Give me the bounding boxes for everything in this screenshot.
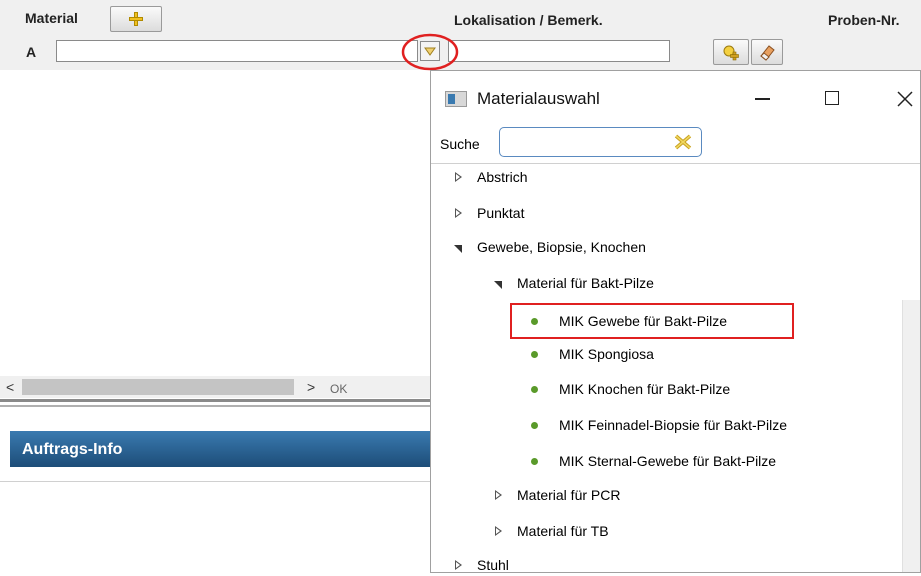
tree-node-label: Gewebe, Biopsie, Knochen — [477, 239, 646, 255]
eraser-icon — [760, 45, 775, 61]
annotation-highlight-box — [510, 303, 794, 339]
info-section-title: Auftrags-Info — [22, 441, 123, 458]
window-icon — [445, 91, 467, 107]
tree-node-label: Stuhl — [477, 557, 509, 573]
material-header: Material — [25, 10, 78, 26]
material-input[interactable] — [56, 40, 418, 62]
close-icon[interactable] — [896, 90, 914, 108]
ok-label: OK — [330, 382, 348, 396]
scrollbar-thumb[interactable] — [22, 379, 294, 395]
tree-leaf-mik-sternal[interactable]: MIK Sternal-Gewebe für Bakt-Pilze — [531, 450, 776, 472]
tree-node-label: Material für PCR — [517, 487, 621, 503]
tree-node-label: MIK Spongiosa — [559, 346, 654, 362]
expand-icon[interactable] — [495, 490, 502, 500]
divider — [0, 399, 432, 402]
tree-leaf-mik-knochen[interactable]: MIK Knochen für Bakt-Pilze — [531, 378, 730, 400]
tree-node-label: Abstrich — [477, 169, 528, 185]
tree-node-material-pcr[interactable]: Material für PCR — [495, 484, 620, 506]
tree-node-label: Punktat — [477, 205, 525, 221]
minimize-icon[interactable] — [755, 98, 770, 100]
sample-number-header: Proben-Nr. — [828, 12, 900, 28]
location-input[interactable] — [448, 40, 670, 62]
add-detail-button[interactable] — [713, 39, 749, 65]
maximize-icon[interactable] — [825, 91, 839, 105]
vertical-scrollbar[interactable] — [902, 300, 920, 572]
expand-icon[interactable] — [455, 208, 462, 218]
tree-leaf-mik-spongiosa[interactable]: MIK Spongiosa — [531, 343, 654, 365]
clear-button[interactable] — [751, 39, 783, 65]
search-label: Suche — [440, 136, 480, 152]
leaf-bullet-icon — [531, 350, 538, 358]
location-header: Lokalisation / Bemerk. — [454, 12, 603, 28]
expand-icon[interactable] — [455, 172, 462, 182]
tree-node-gewebe[interactable]: Gewebe, Biopsie, Knochen — [454, 236, 646, 258]
divider-secondary — [0, 405, 432, 407]
add-material-button[interactable] — [110, 6, 162, 32]
scroll-left-icon[interactable]: < — [6, 379, 14, 395]
search-add-icon — [723, 45, 739, 61]
dialog-title: Materialauswahl — [477, 89, 600, 108]
row-label: A — [26, 44, 37, 60]
add-icon — [129, 12, 143, 26]
tree-node-abstrich[interactable]: Abstrich — [455, 166, 528, 188]
tree-node-label: MIK Knochen für Bakt-Pilze — [559, 381, 731, 397]
scroll-right-icon[interactable]: > — [307, 379, 315, 395]
tree-node-label: Material für TB — [517, 523, 609, 539]
collapse-icon[interactable] — [454, 245, 462, 253]
leaf-bullet-icon — [531, 457, 538, 465]
tree-leaf-mik-feinnadel[interactable]: MIK Feinnadel-Biopsie für Bakt-Pilze — [531, 414, 787, 436]
expand-icon[interactable] — [455, 560, 462, 570]
leaf-bullet-icon — [531, 385, 538, 393]
expand-icon[interactable] — [495, 526, 502, 536]
info-divider — [0, 481, 432, 482]
tree-node-punktat[interactable]: Punktat — [455, 202, 524, 224]
tree-node-label: MIK Feinnadel-Biopsie für Bakt-Pilze — [559, 417, 787, 433]
tree-node-material-bakt-pilze[interactable]: Material für Bakt-Pilze — [494, 272, 654, 294]
annotation-highlight-ellipse — [401, 33, 459, 71]
tree-node-label: MIK Sternal-Gewebe für Bakt-Pilze — [559, 453, 777, 469]
info-section-header[interactable]: Auftrags-Info — [10, 431, 432, 467]
tree-node-material-tb[interactable]: Material für TB — [495, 520, 609, 542]
collapse-icon[interactable] — [494, 281, 502, 289]
tree-node-label: Material für Bakt-Pilze — [517, 275, 654, 291]
search-input[interactable] — [499, 127, 702, 157]
clear-search-icon[interactable] — [673, 133, 693, 151]
leaf-bullet-icon — [531, 421, 538, 429]
search-divider — [431, 163, 920, 164]
